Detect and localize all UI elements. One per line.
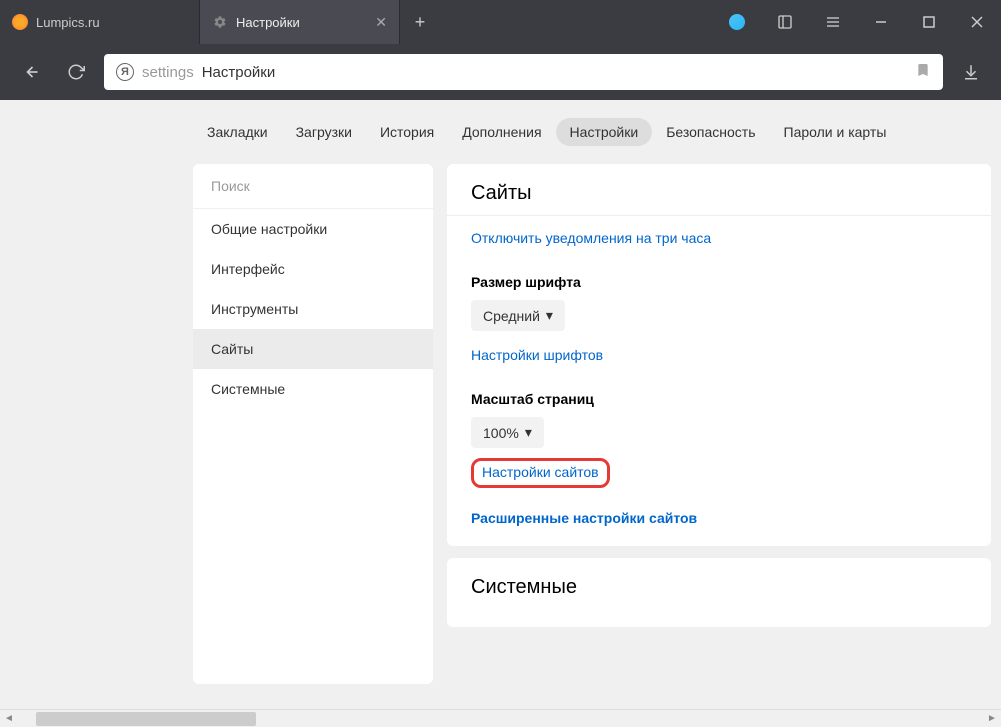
scroll-left-icon[interactable]: ◄ bbox=[0, 710, 18, 728]
titlebar: Lumpics.ru Настройки ✕ + bbox=[0, 0, 1001, 44]
sidebar-search[interactable]: Поиск bbox=[193, 164, 433, 209]
panel-title: Сайты bbox=[471, 182, 967, 205]
close-window-button[interactable] bbox=[953, 0, 1001, 44]
font-settings-link[interactable]: Настройки шрифтов bbox=[471, 347, 603, 363]
scale-label: Масштаб страниц bbox=[471, 391, 967, 407]
topnav-passwords[interactable]: Пароли и карты bbox=[770, 118, 901, 146]
sidebar: Поиск Общие настройки Интерфейс Инструме… bbox=[193, 164, 433, 684]
scroll-track[interactable] bbox=[36, 711, 965, 727]
gear-icon bbox=[212, 14, 228, 30]
address-prefix: settings bbox=[142, 64, 194, 81]
sync-icon bbox=[729, 14, 745, 30]
tab-settings[interactable]: Настройки ✕ bbox=[200, 0, 400, 44]
address-main: Настройки bbox=[202, 64, 276, 81]
font-size-select[interactable]: Средний ▾ bbox=[471, 300, 565, 331]
site-settings-link[interactable]: Настройки сайтов bbox=[482, 464, 599, 480]
sidebar-item-system[interactable]: Системные bbox=[193, 369, 433, 409]
scroll-thumb[interactable] bbox=[36, 712, 256, 726]
minimize-button[interactable] bbox=[857, 0, 905, 44]
scale-select[interactable]: 100% ▾ bbox=[471, 417, 544, 448]
chevron-down-icon: ▾ bbox=[546, 307, 553, 324]
tab-label: Lumpics.ru bbox=[36, 15, 100, 30]
reload-button[interactable] bbox=[58, 54, 94, 90]
new-tab-button[interactable]: + bbox=[400, 0, 440, 44]
chevron-down-icon: ▾ bbox=[525, 424, 532, 441]
menu-button[interactable] bbox=[809, 0, 857, 44]
advanced-site-settings-link[interactable]: Расширенные настройки сайтов bbox=[471, 510, 697, 526]
topnav-settings[interactable]: Настройки bbox=[556, 118, 653, 146]
highlight-annotation: Настройки сайтов bbox=[471, 458, 610, 488]
back-button[interactable] bbox=[12, 54, 48, 90]
tab-lumpics[interactable]: Lumpics.ru bbox=[0, 0, 200, 44]
titlebar-controls bbox=[713, 0, 1001, 44]
tab-label: Настройки bbox=[236, 15, 300, 30]
topnav-downloads[interactable]: Загрузки bbox=[282, 118, 366, 146]
close-icon[interactable]: ✕ bbox=[375, 14, 387, 31]
panel-column: Сайты Отключить уведомления на три часа … bbox=[447, 164, 991, 684]
disable-notifications-link[interactable]: Отключить уведомления на три часа bbox=[471, 230, 711, 246]
font-size-label: Размер шрифта bbox=[471, 274, 967, 290]
topnav-history[interactable]: История bbox=[366, 118, 448, 146]
addressbar: Я settings Настройки bbox=[0, 44, 1001, 100]
sidebar-item-interface[interactable]: Интерфейс bbox=[193, 249, 433, 289]
topnav-security[interactable]: Безопасность bbox=[652, 118, 769, 146]
sync-button[interactable] bbox=[713, 0, 761, 44]
horizontal-scrollbar[interactable]: ◄ ► bbox=[0, 709, 1001, 727]
scroll-right-icon[interactable]: ► bbox=[983, 710, 1001, 728]
content: Закладки Загрузки История Дополнения Нас… bbox=[0, 100, 1001, 709]
main-layout: Поиск Общие настройки Интерфейс Инструме… bbox=[193, 164, 1001, 684]
downloads-button[interactable] bbox=[953, 54, 989, 90]
topnav-bookmarks[interactable]: Закладки bbox=[193, 118, 282, 146]
bookmark-icon[interactable] bbox=[915, 62, 931, 83]
font-size-value: Средний bbox=[483, 308, 540, 324]
lumpics-favicon-icon bbox=[12, 14, 28, 30]
topnav-addons[interactable]: Дополнения bbox=[448, 118, 555, 146]
panel-title-system: Системные bbox=[471, 576, 967, 599]
yandex-icon: Я bbox=[116, 63, 134, 81]
sidebar-item-general[interactable]: Общие настройки bbox=[193, 209, 433, 249]
scale-value: 100% bbox=[483, 425, 519, 441]
sidebar-item-sites[interactable]: Сайты bbox=[193, 329, 433, 369]
sidebar-item-tools[interactable]: Инструменты bbox=[193, 289, 433, 329]
panel-sites: Сайты Отключить уведомления на три часа … bbox=[447, 164, 991, 546]
bookmark-panel-button[interactable] bbox=[761, 0, 809, 44]
panel-system: Системные bbox=[447, 558, 991, 627]
address-input[interactable]: Я settings Настройки bbox=[104, 54, 943, 90]
topnav: Закладки Загрузки История Дополнения Нас… bbox=[0, 100, 1001, 164]
maximize-button[interactable] bbox=[905, 0, 953, 44]
